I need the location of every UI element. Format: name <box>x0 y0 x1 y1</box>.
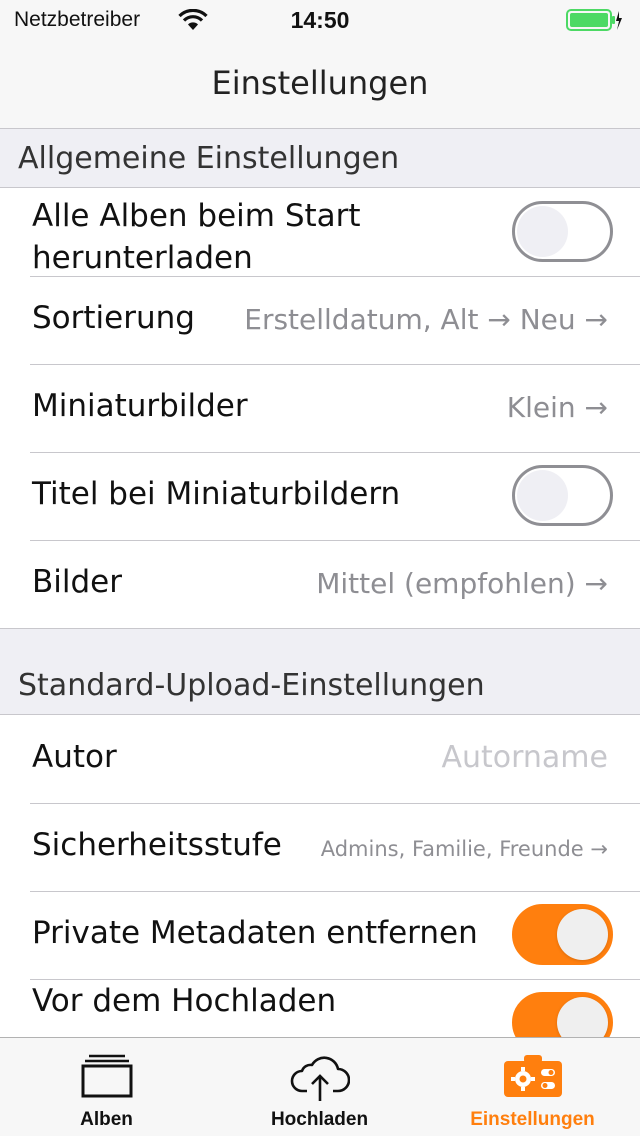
row-strip-metadata: Private Metadaten entfernen <box>0 891 640 979</box>
download-all-toggle[interactable] <box>512 201 613 262</box>
albums-icon <box>81 1054 132 1098</box>
privacy-value: Admins, Familie, Freunde → <box>320 837 608 861</box>
settings-icon <box>503 1055 562 1097</box>
section-header-upload: Standard-Upload-Einstellungen <box>0 656 640 714</box>
author-input[interactable]: Autorname <box>441 740 608 775</box>
download-all-label-line1: Alle Alben beim Start <box>32 198 361 234</box>
section-header-label: Standard-Upload-Einstellungen <box>18 668 485 703</box>
images-label: Bilder <box>32 564 122 600</box>
tab-upload[interactable]: Hochladen <box>213 1038 426 1136</box>
toggle-knob <box>517 206 568 257</box>
row-author: Autor Autorname <box>0 715 640 803</box>
strip-metadata-toggle[interactable] <box>512 904 613 965</box>
tab-albums-label: Alben <box>80 1109 133 1130</box>
sort-label: Sortierung <box>32 300 195 336</box>
navigation-bar: Einstellungen <box>0 40 640 129</box>
general-settings-group: Alle Alben beim Start herunterladen Sort… <box>0 187 640 629</box>
toggle-knob <box>517 470 568 521</box>
section-header-label: Allgemeine Einstellungen <box>18 141 400 176</box>
resize-label: Vor dem Hochladen <box>32 983 337 1019</box>
row-download-all-albums: Alle Alben beim Start herunterladen <box>0 188 640 276</box>
tab-bar: Alben Hochladen Einstellungen <box>0 1037 640 1136</box>
row-thumbnail-titles: Titel bei Miniaturbildern <box>0 452 640 540</box>
images-value: Mittel (empfohlen) → <box>316 567 608 600</box>
row-privacy-level[interactable]: Sicherheitsstufe Admins, Familie, Freund… <box>0 803 640 891</box>
row-sort-order[interactable]: Sortierung Erstelldatum, Alt → Neu → <box>0 276 640 364</box>
status-bar: Netzbetreiber 14:50 <box>0 0 640 40</box>
clock: 14:50 <box>290 7 350 33</box>
row-thumbnails[interactable]: Miniaturbilder Klein → <box>0 364 640 452</box>
row-images[interactable]: Bilder Mittel (empfohlen) → <box>0 540 640 628</box>
tab-settings-label: Einstellungen <box>470 1109 595 1130</box>
privacy-label: Sicherheitsstufe <box>32 827 282 863</box>
page-title: Einstellungen <box>211 64 429 102</box>
sort-value: Erstelldatum, Alt → Neu → <box>244 303 608 336</box>
tab-upload-label: Hochladen <box>270 1109 369 1130</box>
thumbnails-label: Miniaturbilder <box>32 388 248 424</box>
battery-icon <box>566 9 622 31</box>
download-all-label-line2: herunterladen <box>32 240 253 276</box>
thumbnail-titles-toggle[interactable] <box>512 465 613 526</box>
strip-metadata-label: Private Metadaten entfernen <box>32 915 478 951</box>
download-all-label: Alle Alben beim Start herunterladen <box>32 195 361 279</box>
section-header-general: Allgemeine Einstellungen <box>0 129 640 187</box>
toggle-knob <box>557 909 608 960</box>
cloud-upload-icon <box>290 1056 350 1101</box>
author-label: Autor <box>32 739 117 775</box>
tab-settings[interactable]: Einstellungen <box>426 1038 639 1136</box>
upload-settings-group: Autor Autorname Sicherheitsstufe Admins,… <box>0 714 640 1067</box>
thumbnails-value: Klein → <box>506 391 608 424</box>
tab-albums[interactable]: Alben <box>0 1038 213 1136</box>
thumbnail-titles-label: Titel bei Miniaturbildern <box>32 476 401 512</box>
